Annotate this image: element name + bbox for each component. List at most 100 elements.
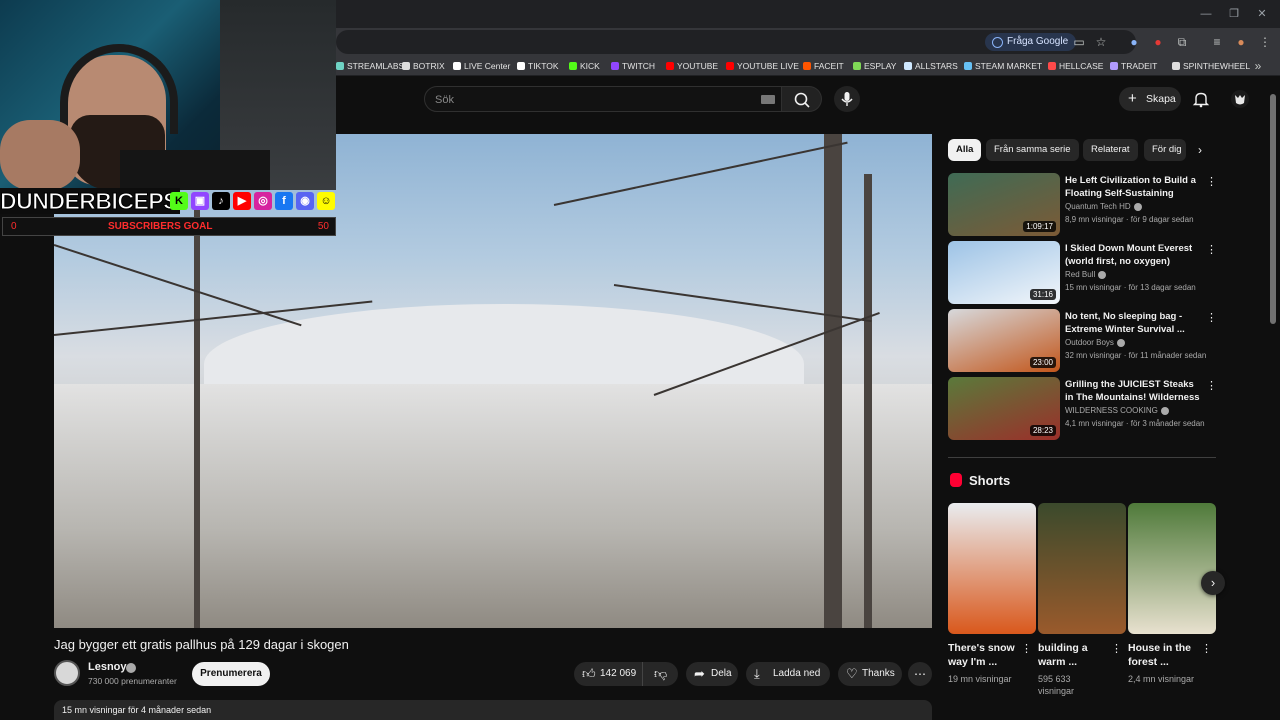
close-icon[interactable]: ✕ [1254, 6, 1270, 22]
verified-check-icon [1133, 202, 1142, 211]
search-button[interactable] [782, 86, 822, 112]
reading-list-icon[interactable]: ≡ [1209, 34, 1225, 50]
more-options-icon[interactable]: ⋮ [1206, 175, 1217, 188]
dislike-button[interactable]: 👎︎ [642, 662, 678, 686]
video-title: Jag bygger ett gratis pallhus på 129 dag… [54, 637, 349, 652]
super-thanks-icon: ♡ [846, 666, 858, 681]
bookmark-item[interactable]: YOUTUBE [666, 60, 718, 72]
short-thumbnail[interactable] [1128, 503, 1216, 634]
profile-avatar-icon[interactable]: ● [1233, 34, 1249, 50]
bookmark-item[interactable]: FACEIT [803, 60, 844, 72]
chip-related[interactable]: Relaterat [1083, 139, 1138, 161]
bookmark-item[interactable]: HELLCASE [1048, 60, 1103, 72]
video-thumbnail[interactable]: 28:23 [948, 377, 1060, 440]
bookmark-item[interactable]: BOTRIX [402, 60, 445, 72]
more-options-icon[interactable]: ⋮ [1201, 642, 1212, 655]
video-frame-branch [54, 244, 302, 327]
channel-avatar[interactable] [54, 660, 80, 686]
video-thumbnail[interactable]: 1:09:17 [948, 173, 1060, 236]
more-options-icon[interactable]: ⋮ [1111, 642, 1122, 655]
recommendation-title[interactable]: No tent, No sleeping bag - Extreme Winte… [1065, 310, 1201, 336]
verified-check-icon [1098, 270, 1107, 279]
account-avatar-icon[interactable] [1230, 89, 1250, 109]
video-frame-tree-trunk [824, 134, 842, 628]
bookmark-item[interactable]: TRADEIT [1110, 60, 1157, 72]
video-thumbnail[interactable]: 31:16 [948, 241, 1060, 304]
bookmark-item[interactable]: STEAM MARKET [964, 60, 1042, 72]
short-title[interactable]: House in the forest ... [1128, 641, 1198, 669]
bookmark-item[interactable]: LIVE Center [453, 60, 510, 72]
bookmark-star-icon[interactable]: ☆ [1093, 34, 1109, 50]
minimize-icon[interactable]: — [1198, 6, 1214, 22]
bookmark-item[interactable]: TIKTOK [517, 60, 559, 72]
bookmark-item[interactable]: KICK [569, 60, 600, 72]
thanks-label: Thanks [862, 668, 895, 679]
video-duration: 1:09:17 [1023, 221, 1056, 232]
download-button[interactable]: ⤓ Ladda ned [746, 662, 830, 686]
shorts-next-chevron-icon[interactable]: › [1201, 571, 1225, 595]
maximize-icon[interactable]: ❐ [1226, 6, 1242, 22]
search-input[interactable] [435, 92, 735, 108]
short-thumbnail[interactable] [1038, 503, 1126, 634]
notifications-bell-icon[interactable] [1192, 90, 1210, 108]
subscribe-button[interactable]: Prenumerera [192, 662, 270, 686]
short-thumbnail[interactable] [948, 503, 1036, 634]
recommendation-channel: WILDERNESS COOKING [1065, 406, 1169, 415]
verified-check-icon [126, 663, 136, 673]
recommendation-item[interactable]: 1:09:17 He Left Civilization to Build a … [948, 173, 1218, 237]
bookmark-item[interactable]: TWITCH [611, 60, 655, 72]
more-options-icon[interactable]: ⋮ [1021, 642, 1032, 655]
subscriber-goal-bar: 0 SUBSCRIBERS GOAL 50 [2, 217, 336, 236]
bookmark-item[interactable]: ALLSTARS [904, 60, 958, 72]
bookmark-item[interactable]: SPINTHEWHEEL [1172, 60, 1250, 72]
extension-icon[interactable]: ● [1126, 34, 1142, 50]
recommendation-title[interactable]: He Left Civilization to Build a Floating… [1065, 174, 1201, 200]
chip-same-series[interactable]: Från samma serie [986, 139, 1079, 161]
create-button[interactable]: + Skapa [1119, 87, 1181, 111]
search-box[interactable] [424, 86, 782, 112]
recommendation-item[interactable]: 31:16 I Skied Down Mount Everest (world … [948, 241, 1218, 305]
bookmark-item[interactable]: YOUTUBE LIVE [726, 60, 799, 72]
chevron-right-icon[interactable]: › [1190, 140, 1210, 160]
bookmark-favicon-icon [611, 62, 619, 70]
keyboard-icon[interactable] [761, 95, 775, 104]
short-title[interactable]: There's snow way I'm ... [948, 641, 1018, 669]
description-box[interactable]: 15 mn visningar för 4 månader sedan [54, 700, 932, 720]
share-button[interactable]: ➦ Dela [686, 662, 738, 686]
recommendation-item[interactable]: 23:00 No tent, No sleeping bag - Extreme… [948, 309, 1218, 373]
video-frame-tree-trunk [864, 174, 872, 628]
bookmark-label: SPINTHEWHEEL [1183, 61, 1251, 71]
ask-google-button[interactable]: Fråga Google [985, 33, 1077, 51]
short-title[interactable]: building a warm ... [1038, 641, 1108, 669]
bookmark-item[interactable]: ESPLAY [853, 60, 896, 72]
bookmark-label: ALLSTARS [915, 61, 958, 71]
more-options-icon[interactable]: ⋮ [1206, 379, 1217, 392]
page-scrollbar[interactable] [1270, 94, 1276, 324]
chip-for-you[interactable]: För dig [1144, 139, 1186, 161]
thanks-button[interactable]: ♡ Thanks [838, 662, 902, 686]
video-duration: 31:16 [1029, 289, 1056, 300]
menu-kebab-icon[interactable]: ⋮ [1257, 34, 1273, 50]
recommendation-title[interactable]: I Skied Down Mount Everest (world first,… [1065, 242, 1201, 268]
cast-icon[interactable]: ▭ [1071, 34, 1087, 50]
extension-icon[interactable]: ● [1150, 34, 1166, 50]
more-actions-button[interactable]: ⋯ [908, 662, 932, 686]
like-button[interactable]: 👍︎ 142 069 [574, 662, 642, 686]
recommendation-item[interactable]: 28:23 Grilling the JUICIEST Steaks in Th… [948, 377, 1218, 441]
extensions-puzzle-icon[interactable]: ⧉ [1174, 34, 1190, 50]
bookmark-favicon-icon [336, 62, 344, 70]
chip-all[interactable]: Alla [948, 139, 982, 161]
recommendation-meta: 8,9 mn visningar · för 9 dagar sedan [1065, 215, 1194, 224]
bookmarks-overflow-icon[interactable]: » [1250, 58, 1266, 74]
recommendation-title[interactable]: Grilling the JUICIEST Steaks in The Moun… [1065, 378, 1201, 404]
bookmark-item[interactable]: STREAMLABS [336, 60, 404, 72]
voice-search-button[interactable] [834, 86, 860, 112]
video-thumbnail[interactable]: 23:00 [948, 309, 1060, 372]
video-duration: 28:23 [1029, 425, 1056, 436]
more-options-icon[interactable]: ⋮ [1206, 243, 1217, 256]
channel-name[interactable]: Lesnoy [88, 661, 127, 673]
download-icon: ⤓ [754, 666, 760, 681]
bookmark-favicon-icon [853, 62, 861, 70]
more-options-icon[interactable]: ⋮ [1206, 311, 1217, 324]
share-arrow-icon: ➦ [694, 666, 705, 681]
